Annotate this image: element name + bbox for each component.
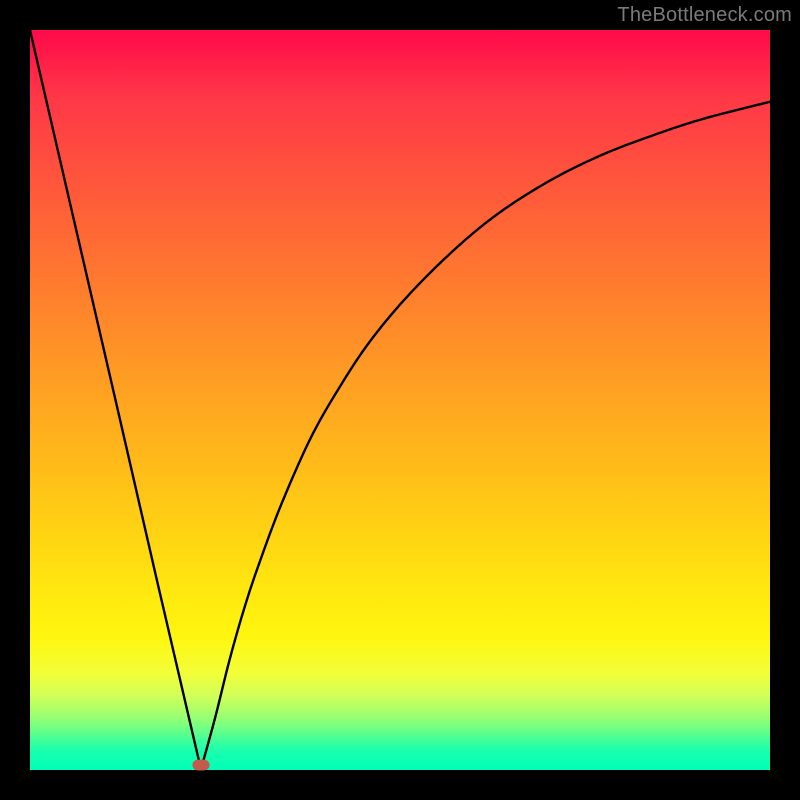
plot-area (30, 30, 770, 770)
chart-frame: TheBottleneck.com (0, 0, 800, 800)
curve-layer (30, 30, 770, 770)
minimum-marker (192, 759, 209, 770)
curve-left-branch (30, 30, 201, 769)
watermark-text: TheBottleneck.com (617, 4, 792, 27)
curve-right-branch (201, 102, 770, 769)
